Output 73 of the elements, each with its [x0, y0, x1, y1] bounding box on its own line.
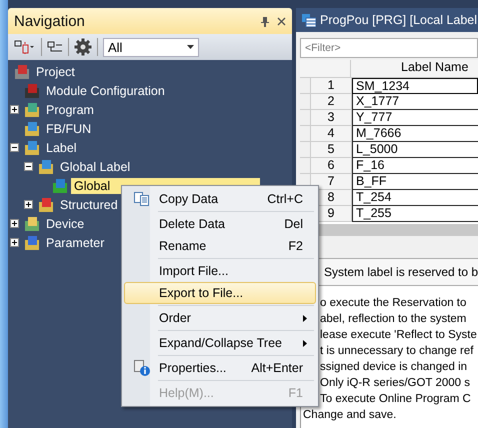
row-number: 6: [311, 158, 352, 174]
tree-node-icon: [38, 196, 54, 212]
row-number: 1: [311, 78, 352, 94]
system-label-message: System label is reserved to b: [324, 265, 478, 279]
menu-item[interactable]: Import File...: [124, 260, 316, 282]
tree-item[interactable]: Global Label: [57, 158, 134, 174]
row-number: 7: [311, 174, 352, 190]
tree-item[interactable]: Parameter: [43, 234, 108, 250]
row-number: 3: [311, 110, 352, 126]
menu-item[interactable]: Properties... Alt+Enter: [124, 357, 316, 379]
note-text: lease execute 'Reflect to Syste: [320, 328, 477, 343]
submenu-arrow-icon: [303, 314, 307, 322]
menu-item[interactable]: Rename F2: [124, 235, 316, 257]
tree-item[interactable]: FB/FUN: [43, 120, 94, 136]
tree-collapse-icon[interactable]: [47, 40, 63, 54]
submenu-arrow-icon: [303, 340, 307, 346]
tree-item[interactable]: Structured: [57, 196, 121, 212]
collapse-icon[interactable]: [24, 162, 33, 171]
dropdown-arrow-icon[interactable]: [187, 45, 194, 49]
panel-title: Navigation: [14, 12, 86, 30]
tree-node-icon: [24, 120, 40, 136]
row-number: 2: [311, 94, 352, 110]
expand-icon[interactable]: [10, 105, 19, 114]
note-text: abel, reflection to the system: [320, 312, 466, 327]
tree-item[interactable]: Device: [43, 216, 88, 232]
tree-expand-icon[interactable]: [14, 39, 36, 55]
filter-dropdown[interactable]: All: [103, 38, 199, 56]
settings-icon[interactable]: [74, 38, 92, 56]
menu-item[interactable]: Export to File...: [124, 282, 316, 304]
note-text: Only iQ-R series/GOT 2000 s: [320, 376, 470, 391]
table-cell[interactable]: L_5000: [352, 142, 478, 158]
properties-icon: [134, 360, 150, 376]
note-text: t is unnecessary to change ref: [320, 344, 474, 359]
tree-node-icon: [14, 64, 30, 80]
tree-node-icon: [38, 158, 54, 174]
table-cell[interactable]: T_254: [352, 190, 478, 206]
column-header[interactable]: Label Name: [351, 60, 478, 78]
expand-icon[interactable]: [24, 200, 33, 209]
filter-field[interactable]: <Filter>: [300, 38, 478, 58]
tree-node-icon: [52, 178, 68, 194]
table-cell[interactable]: T_255: [352, 206, 478, 222]
tree-node-icon: [24, 102, 40, 118]
row-number: 5: [311, 142, 352, 158]
tree-node-icon: [24, 216, 40, 232]
expand-icon[interactable]: [10, 219, 19, 228]
menu-item[interactable]: Expand/Collapse Tree: [124, 332, 316, 354]
table-cell[interactable]: B_FF: [352, 174, 478, 190]
note-text: ssigned device is changed in: [320, 360, 468, 375]
note-text: Change and save.: [303, 408, 396, 423]
header-corner: [300, 60, 351, 78]
table-cell[interactable]: M_7666: [352, 126, 478, 142]
tree-node-icon: [24, 234, 40, 250]
close-icon[interactable]: [277, 16, 286, 26]
menu-item[interactable]: Order: [124, 307, 316, 329]
tree-item[interactable]: Module Configuration: [43, 82, 168, 98]
tree-item[interactable]: Program: [43, 102, 97, 118]
table-cell[interactable]: SM_1234: [352, 78, 478, 94]
expand-icon[interactable]: [10, 238, 19, 247]
editor-tab[interactable]: ProgPou [PRG] [Local Label: [296, 8, 478, 32]
row-number: 4: [311, 126, 352, 142]
table-cell[interactable]: X_1777: [352, 94, 478, 110]
table-cell[interactable]: F_16: [352, 158, 478, 174]
copy-icon: [134, 192, 150, 206]
pin-icon[interactable]: [261, 16, 269, 26]
label-table-icon: [302, 13, 316, 27]
table-cell[interactable]: Y_777: [352, 110, 478, 126]
tree-node-icon: [24, 82, 40, 98]
tree-item[interactable]: Project: [33, 64, 78, 80]
collapse-icon[interactable]: [10, 143, 19, 152]
note-text: To execute Online Program C: [320, 392, 471, 407]
tree-node-icon: [24, 140, 40, 156]
tree-item[interactable]: Label: [43, 140, 80, 156]
note-text: o execute the Reservation to: [320, 296, 466, 311]
